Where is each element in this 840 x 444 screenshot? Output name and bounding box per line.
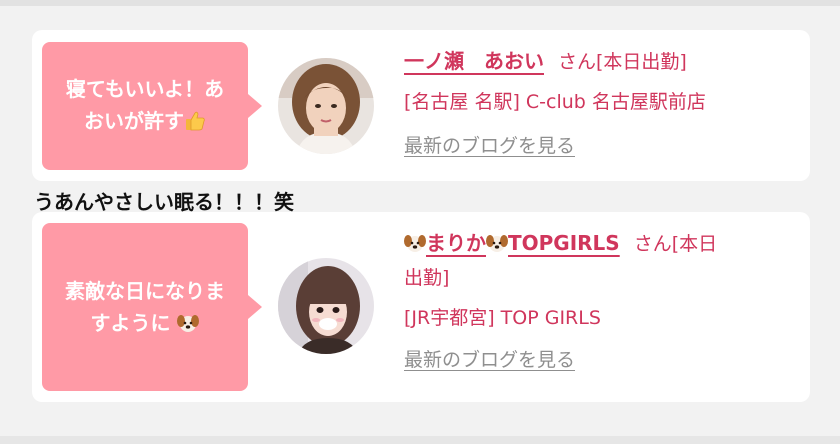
work-status-continued: 出勤]: [404, 267, 450, 289]
message-text: 素敵な日になりま: [65, 279, 225, 303]
avatar[interactable]: [278, 58, 374, 154]
cast-info: 一ノ瀬 あおい さん[本日出勤] [名古屋 名駅] C-club 名古屋駅前店 最…: [404, 44, 796, 158]
cast-name-link[interactable]: まりか TOPGIRLS: [404, 231, 620, 255]
message-bubble: 寝てもいいよ！あ おいが許す: [42, 42, 262, 170]
shop-name: [名古屋 名駅] C-club 名古屋駅前店: [404, 91, 706, 113]
work-status: さん[本日出勤]: [558, 51, 687, 73]
cast-info: まりか TOPGIRLS さん[本日 出勤] [JR宇都宮] TOP GIRLS …: [404, 226, 796, 372]
cast-name-link[interactable]: 一ノ瀬 あおい: [404, 49, 544, 73]
message-text: おいが許す: [83, 109, 184, 133]
dog-face-icon: [171, 311, 200, 335]
bottom-divider: [0, 436, 840, 444]
top-divider: [0, 0, 840, 6]
latest-blog-link[interactable]: 最新のブログを見る: [404, 131, 575, 158]
latest-blog-link[interactable]: 最新のブログを見る: [404, 345, 575, 372]
cast-card: 寝てもいいよ！あ おいが許す 一ノ瀬 あおい さん[本日出勤] [名古屋 名駅]…: [32, 30, 810, 181]
dog-face-icon: [404, 235, 426, 252]
message-text: 寝てもいいよ！あ: [65, 77, 225, 101]
work-status: さん[本日: [633, 233, 718, 255]
cast-name-suffix: TOPGIRLS: [508, 231, 620, 255]
thumbs-up-icon: [184, 107, 206, 139]
cast-card: 素敵な日になりま すように まりか TOPGIRLS さん[本日 出勤] [JR…: [32, 212, 810, 402]
cast-name-text: まりか: [426, 231, 486, 255]
shop-name: [JR宇都宮] TOP GIRLS: [404, 307, 601, 329]
avatar[interactable]: [278, 258, 374, 354]
comment-text: うあんやさしい眠る！！！笑: [34, 190, 294, 214]
message-text: すように: [90, 311, 171, 335]
message-bubble: 素敵な日になりま すように: [42, 223, 262, 391]
dog-face-icon: [486, 235, 508, 252]
